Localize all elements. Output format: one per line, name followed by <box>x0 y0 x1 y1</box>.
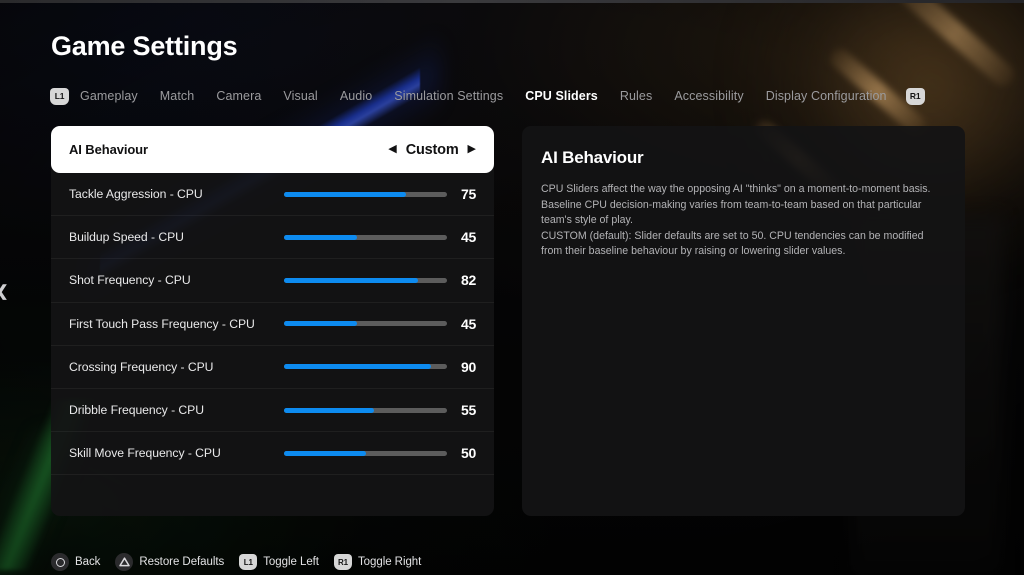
tab-accessibility[interactable]: Accessibility <box>663 89 754 103</box>
slider-track[interactable] <box>284 277 447 283</box>
button-prompt[interactable]: Back <box>51 553 100 571</box>
info-panel: AI Behaviour CPU Sliders affect the way … <box>522 126 965 516</box>
l1-shoulder-icon[interactable]: L1 <box>239 554 258 570</box>
slider-fill <box>284 191 407 197</box>
slider-row[interactable]: Crossing Frequency - CPU 90 <box>51 346 494 389</box>
slider-track[interactable] <box>284 234 447 240</box>
slider-label: Shot Frequency - CPU <box>69 273 191 288</box>
slider-track[interactable] <box>284 321 447 327</box>
button-prompt[interactable]: Restore Defaults <box>115 553 224 571</box>
circle-glyph-icon <box>55 557 65 567</box>
button-prompt-bar: Back Restore Defaults L1 Toggle Left R1 Toggl… <box>51 551 421 573</box>
page-title: Game Settings <box>51 31 238 61</box>
slider-label: Skill Move Frequency - CPU <box>69 446 221 461</box>
chevron-left-icon[interactable]: ◀ <box>388 144 396 155</box>
slider-row[interactable]: Buildup Speed - CPU 45 <box>51 216 494 260</box>
slider-value: 45 <box>461 315 476 332</box>
triangle-glyph-icon <box>119 557 130 567</box>
slider-value: 82 <box>461 272 476 289</box>
triangle-button-icon[interactable] <box>115 553 134 571</box>
slider-row[interactable]: Shot Frequency - CPU 82 <box>51 259 494 303</box>
previous-page-chevron-icon[interactable]: ❮ <box>0 282 9 300</box>
settings-tab-bar: L1 Gameplay Match Camera Visual Audio Si… <box>50 85 930 107</box>
tab-simulation-settings[interactable]: Simulation Settings <box>383 89 514 103</box>
info-panel-paragraph-1: CPU Sliders affect the way the opposing … <box>541 183 931 227</box>
tab-audio[interactable]: Audio <box>329 89 383 103</box>
ai-behaviour-stepper[interactable]: ◀ Custom ▶ <box>388 142 476 158</box>
slider-value: 75 <box>461 186 476 203</box>
ai-behaviour-value: Custom <box>405 141 459 158</box>
slider-label: Tackle Aggression - CPU <box>69 187 203 202</box>
button-prompt-label: Restore Defaults <box>139 556 225 568</box>
slider-fill <box>284 364 431 370</box>
slider-row[interactable]: Skill Move Frequency - CPU 50 <box>51 432 494 476</box>
button-prompt[interactable]: L1 Toggle Left <box>239 554 319 570</box>
button-prompt-label: Toggle Left <box>263 556 319 568</box>
slider-value: 50 <box>461 445 476 462</box>
button-prompt-label: Back <box>75 556 101 568</box>
slider-label: First Touch Pass Frequency - CPU <box>69 316 255 331</box>
ai-behaviour-selector-row[interactable]: AI Behaviour ◀ Custom ▶ <box>51 126 494 173</box>
tab-visual[interactable]: Visual <box>272 89 328 103</box>
slider-value: 55 <box>461 402 476 419</box>
slider-fill <box>284 407 374 413</box>
slider-row[interactable]: First Touch Pass Frequency - CPU 45 <box>51 303 494 346</box>
slider-track[interactable] <box>284 364 447 370</box>
slider-track[interactable] <box>284 191 447 197</box>
slider-fill <box>284 234 358 240</box>
info-panel-paragraph-2: CUSTOM (default): Slider defaults are se… <box>541 229 924 258</box>
button-prompt[interactable]: R1 Toggle Right <box>333 554 422 570</box>
tab-camera[interactable]: Camera <box>205 89 272 103</box>
l1-shoulder-icon[interactable]: L1 <box>50 87 69 105</box>
slider-fill <box>284 321 358 327</box>
chevron-right-icon[interactable]: ▶ <box>468 144 476 155</box>
cpu-slider-rows: Tackle Aggression - CPU 75 Buildup Speed -… <box>51 173 494 476</box>
r1-shoulder-icon[interactable]: R1 <box>333 554 352 570</box>
r1-shoulder-icon[interactable]: R1 <box>905 87 925 105</box>
slider-fill <box>284 450 366 456</box>
slider-label: Buildup Speed - CPU <box>69 230 184 245</box>
slider-value: 90 <box>461 358 476 375</box>
tab-match[interactable]: Match <box>149 89 206 103</box>
ai-behaviour-label: AI Behaviour <box>69 142 148 157</box>
slider-fill <box>284 277 418 283</box>
slider-row[interactable]: Dribble Frequency - CPU 55 <box>51 389 494 433</box>
slider-track[interactable] <box>284 450 447 456</box>
slider-label: Dribble Frequency - CPU <box>69 403 204 418</box>
slider-row[interactable]: Tackle Aggression - CPU 75 <box>51 173 494 217</box>
slider-label: Crossing Frequency - CPU <box>69 359 214 374</box>
slider-value: 45 <box>461 229 476 246</box>
tab-display-configuration[interactable]: Display Configuration <box>755 89 898 103</box>
tab-gameplay[interactable]: Gameplay <box>69 89 149 103</box>
button-prompt-label: Toggle Right <box>357 556 422 568</box>
circle-button-icon[interactable] <box>51 553 69 571</box>
info-panel-title: AI Behaviour <box>541 148 644 167</box>
tab-cpu-sliders[interactable]: CPU Sliders <box>514 89 609 103</box>
slider-track[interactable] <box>284 407 447 413</box>
tab-rules[interactable]: Rules <box>609 89 663 103</box>
